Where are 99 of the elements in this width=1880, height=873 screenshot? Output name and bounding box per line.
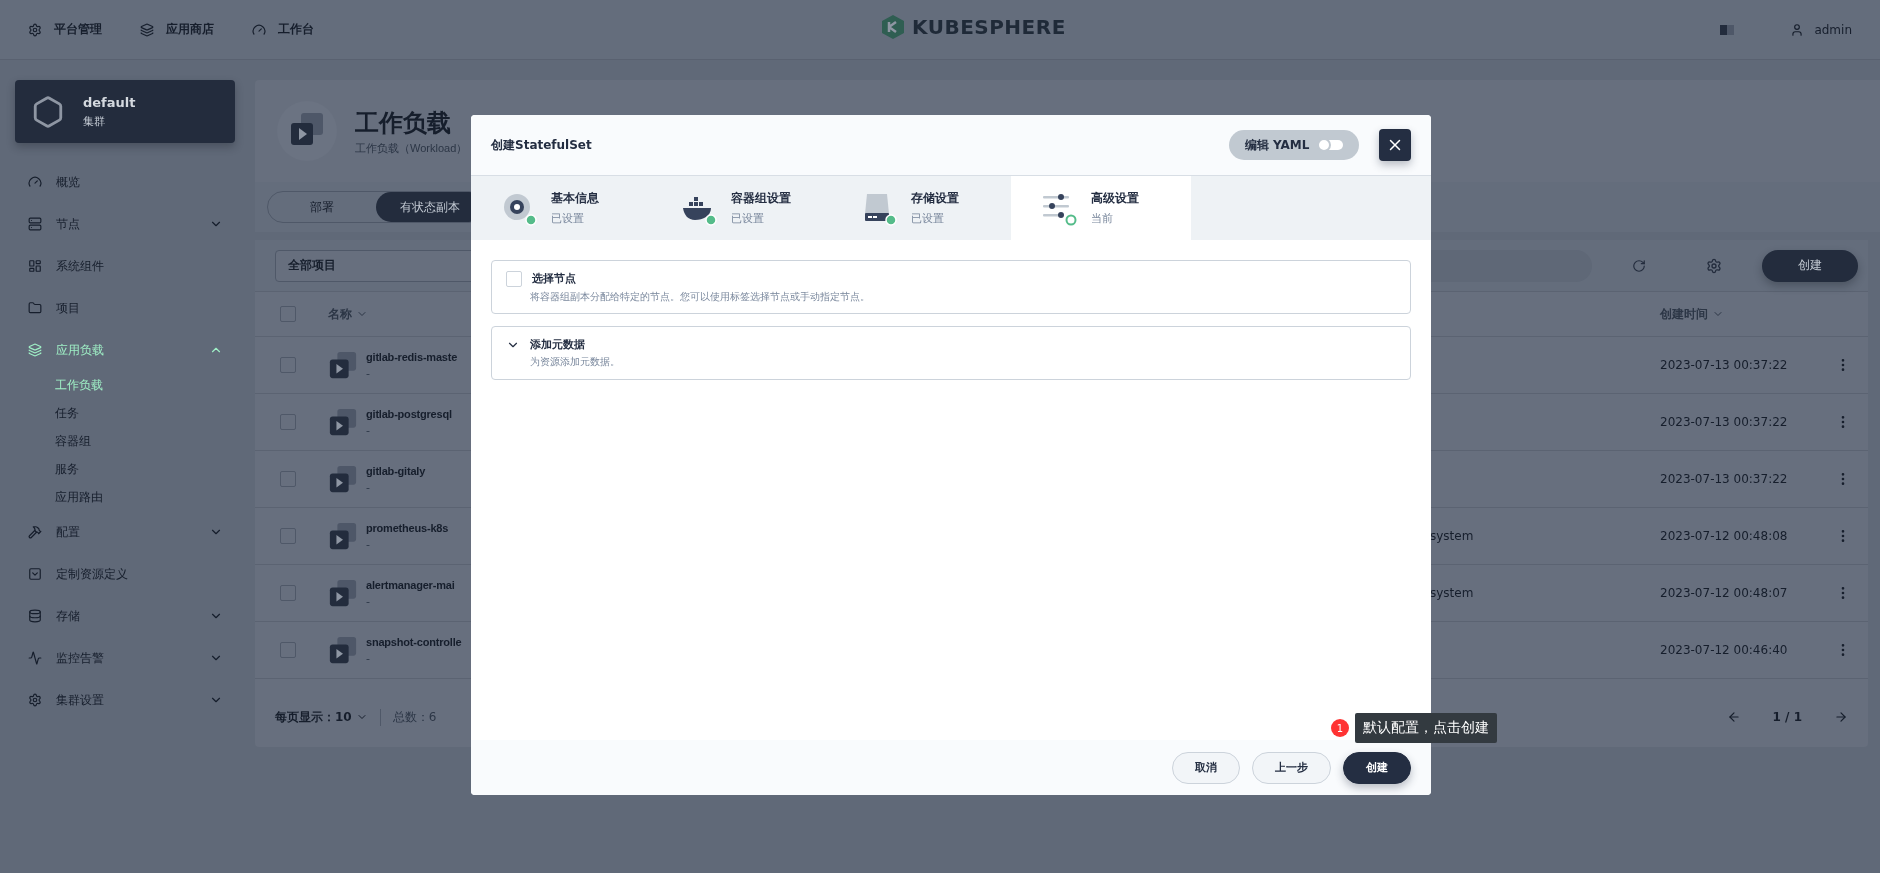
previous-page-icon[interactable] bbox=[1726, 710, 1741, 724]
cluster-icon bbox=[31, 94, 65, 129]
table-cell-text: 2023-07-13 00:37:22 bbox=[1660, 415, 1789, 429]
row-checkbox[interactable] bbox=[280, 642, 296, 658]
workload-name[interactable]: gitlab-gitaly bbox=[366, 464, 426, 477]
user-icon bbox=[1790, 22, 1805, 37]
section-description: 为资源添加元数据。 bbox=[530, 355, 621, 369]
sidebar-icon bbox=[28, 651, 42, 665]
sidebar-item[interactable]: 系统组件 bbox=[15, 245, 235, 287]
workload-icon bbox=[328, 635, 358, 665]
table-cell-text: 2023-07-13 00:37:22 bbox=[1660, 472, 1789, 486]
workload-icon bbox=[328, 521, 358, 551]
sidebar-icon bbox=[28, 259, 42, 273]
cluster-name: default bbox=[83, 94, 136, 110]
workload-description: - bbox=[366, 594, 371, 608]
sidebar-icon bbox=[28, 301, 42, 315]
workload-description: - bbox=[366, 366, 371, 380]
workload-description: - bbox=[366, 480, 371, 494]
section-checkbox[interactable] bbox=[506, 270, 522, 287]
sidebar-icon bbox=[28, 567, 42, 581]
cancel-button[interactable]: 取消 bbox=[1172, 751, 1240, 784]
user-menu[interactable]: admin bbox=[1790, 22, 1852, 37]
wizard-step[interactable]: 存储设置 已设置 bbox=[831, 176, 1011, 240]
section-title: 添加元数据 bbox=[530, 337, 585, 352]
page-title: 工作负载 bbox=[355, 107, 452, 139]
nav-link[interactable]: 平台管理 bbox=[28, 21, 102, 38]
modal-title: 创建StatefulSet bbox=[491, 136, 593, 154]
sidebar-icon bbox=[28, 525, 42, 539]
workload-icon bbox=[328, 464, 358, 494]
sidebar-item[interactable]: 概览 bbox=[15, 161, 235, 203]
sidebar-item[interactable]: 配置 bbox=[15, 511, 235, 553]
sidebar-item[interactable]: 监控告警 bbox=[15, 637, 235, 679]
book-icon[interactable] bbox=[1720, 23, 1735, 36]
workload-name[interactable]: prometheus-k8s bbox=[366, 521, 449, 534]
page-indicator: 1 / 1 bbox=[1772, 710, 1802, 724]
create-button[interactable]: 创建 bbox=[1762, 249, 1858, 282]
row-checkbox[interactable] bbox=[280, 357, 296, 373]
nav-icon bbox=[140, 22, 154, 37]
cluster-type: 集群 bbox=[83, 113, 106, 129]
workload-description: - bbox=[366, 423, 371, 437]
sidebar-item[interactable]: 存储 bbox=[15, 595, 235, 637]
nav-icon bbox=[252, 22, 266, 37]
sidebar-item[interactable]: 项目 bbox=[15, 287, 235, 329]
previous-button[interactable]: 上一步 bbox=[1252, 751, 1331, 784]
table-cell-text: 2023-07-13 00:37:22 bbox=[1660, 358, 1789, 372]
sidebar-subitem[interactable]: 工作负载 bbox=[15, 371, 235, 399]
nav-link[interactable]: 工作台 bbox=[252, 21, 314, 38]
table-cell-text: 2023-07-12 00:48:08 bbox=[1660, 529, 1789, 543]
nav-link[interactable]: 应用商店 bbox=[140, 21, 214, 38]
workload-icon bbox=[328, 407, 358, 437]
select-all-checkbox[interactable] bbox=[280, 306, 296, 322]
close-button[interactable] bbox=[1379, 129, 1411, 161]
per-page-select[interactable]: 每页显示：10 bbox=[275, 708, 381, 726]
create-button[interactable]: 创建 bbox=[1343, 751, 1411, 784]
row-checkbox[interactable] bbox=[280, 471, 296, 487]
table-cell-text: 2023-07-12 00:48:07 bbox=[1660, 586, 1789, 600]
workload-description: - bbox=[366, 537, 371, 551]
row-checkbox[interactable] bbox=[280, 585, 296, 601]
sidebar-icon bbox=[28, 693, 42, 707]
section-description: 将容器组副本分配给特定的节点。您可以使用标签选择节点或手动指定节点。 bbox=[530, 289, 871, 304]
table-cell-text: system bbox=[1430, 586, 1475, 600]
row-checkbox[interactable] bbox=[280, 414, 296, 430]
sidebar-subitem[interactable]: 服务 bbox=[15, 455, 235, 483]
sidebar-icon bbox=[28, 217, 42, 231]
tooltip: 默认配置，点击创建 bbox=[1355, 713, 1497, 743]
logo-text: KUBESPHERE bbox=[912, 15, 1066, 39]
cluster-card[interactable]: default 集群 bbox=[15, 80, 235, 143]
sidebar-subitem[interactable]: 任务 bbox=[15, 399, 235, 427]
column-header[interactable]: 创建时间 bbox=[1660, 305, 1835, 323]
nav-icon bbox=[28, 22, 42, 37]
sidebar-icon bbox=[28, 343, 42, 357]
sidebar-subitem[interactable]: 容器组 bbox=[15, 427, 235, 455]
column-header[interactable]: 名称 bbox=[328, 305, 1430, 323]
workload-icon bbox=[328, 350, 358, 380]
workload-name[interactable]: alertmanager-mai bbox=[366, 578, 455, 591]
sidebar-item[interactable]: 定制资源定义 bbox=[15, 553, 235, 595]
refresh-icon[interactable] bbox=[1632, 258, 1646, 273]
sidebar-subitem[interactable]: 应用路由 bbox=[15, 483, 235, 511]
workload-icon bbox=[328, 578, 358, 608]
sidebar-item[interactable]: 集群设置 bbox=[15, 679, 235, 721]
section-title: 选择节点 bbox=[532, 271, 576, 286]
sidebar-icon bbox=[28, 609, 42, 623]
sidebar-item[interactable]: 应用负载 bbox=[15, 329, 235, 371]
logo-icon bbox=[880, 14, 906, 40]
table-cell-text: system bbox=[1430, 529, 1475, 543]
workload-name[interactable]: gitlab-redis-maste bbox=[366, 350, 458, 363]
workload-description: - bbox=[366, 651, 371, 665]
workload-name[interactable]: snapshot-controlle bbox=[366, 635, 462, 648]
table-cell-text: 2023-07-12 00:46:40 bbox=[1660, 643, 1789, 657]
wizard-step[interactable]: 容器组设置 已设置 bbox=[651, 176, 831, 240]
wizard-step[interactable]: 高级设置 当前 bbox=[1011, 176, 1191, 240]
row-checkbox[interactable] bbox=[280, 528, 296, 544]
sidebar-icon bbox=[28, 175, 42, 189]
next-page-icon[interactable] bbox=[1834, 710, 1848, 724]
sidebar-item[interactable]: 节点 bbox=[15, 203, 235, 245]
settings-icon[interactable] bbox=[1706, 257, 1722, 274]
tab[interactable]: 部署 bbox=[268, 192, 376, 222]
edit-yaml-toggle[interactable]: 编辑 YAML bbox=[1229, 130, 1359, 160]
workload-name[interactable]: gitlab-postgresql bbox=[366, 407, 452, 420]
